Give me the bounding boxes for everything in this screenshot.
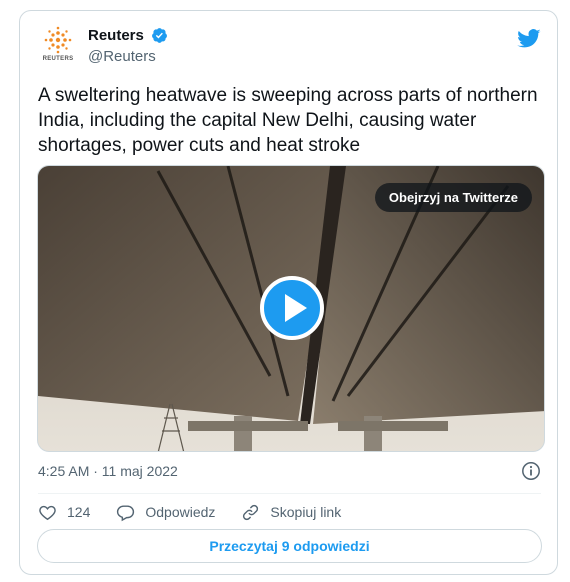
avatar-wordmark: REUTERS	[42, 56, 74, 62]
heart-icon	[39, 505, 56, 520]
read-replies-button[interactable]: Przeczytaj 9 odpowiedzi	[37, 529, 542, 563]
divider	[38, 493, 541, 494]
author-handle[interactable]: @Reuters	[88, 48, 168, 65]
tweet-text: A sweltering heatwave is sweeping across…	[38, 85, 538, 156]
play-icon[interactable]	[260, 276, 324, 340]
video-player[interactable]: Obejrzyj na Twitterze	[37, 165, 545, 452]
reply-icon	[117, 504, 135, 521]
author-names: Reuters @Reuters	[88, 27, 168, 65]
reply-label: Odpowiedz	[145, 504, 216, 520]
tweet-card: REUTERS Reuters @Reuters A sweltering he…	[19, 10, 558, 575]
twitter-bird-icon[interactable]	[517, 29, 541, 49]
like-count: 124	[67, 504, 91, 520]
tweet-meta: 4:25 AM · 11 maj 2022	[38, 461, 541, 483]
like-button[interactable]: 124	[38, 503, 90, 522]
tweet-actions: 124 Odpowiedz Skopiuj link	[38, 501, 541, 523]
tweet-timestamp[interactable]: 4:25 AM · 11 maj 2022	[38, 463, 178, 479]
reuters-logo-icon	[44, 26, 72, 54]
watch-on-twitter-button[interactable]: Obejrzyj na Twitterze	[374, 183, 532, 212]
author-display-name[interactable]: Reuters	[88, 27, 144, 44]
copy-link-label: Skopiuj link	[270, 504, 342, 520]
reply-button[interactable]: Odpowiedz	[116, 503, 215, 522]
tweet-header: REUTERS Reuters @Reuters	[38, 23, 541, 71]
info-icon[interactable]	[521, 461, 541, 481]
link-icon	[243, 504, 259, 520]
copy-link-button[interactable]: Skopiuj link	[241, 503, 341, 522]
avatar[interactable]: REUTERS	[38, 25, 78, 65]
verified-badge-icon	[152, 28, 168, 44]
